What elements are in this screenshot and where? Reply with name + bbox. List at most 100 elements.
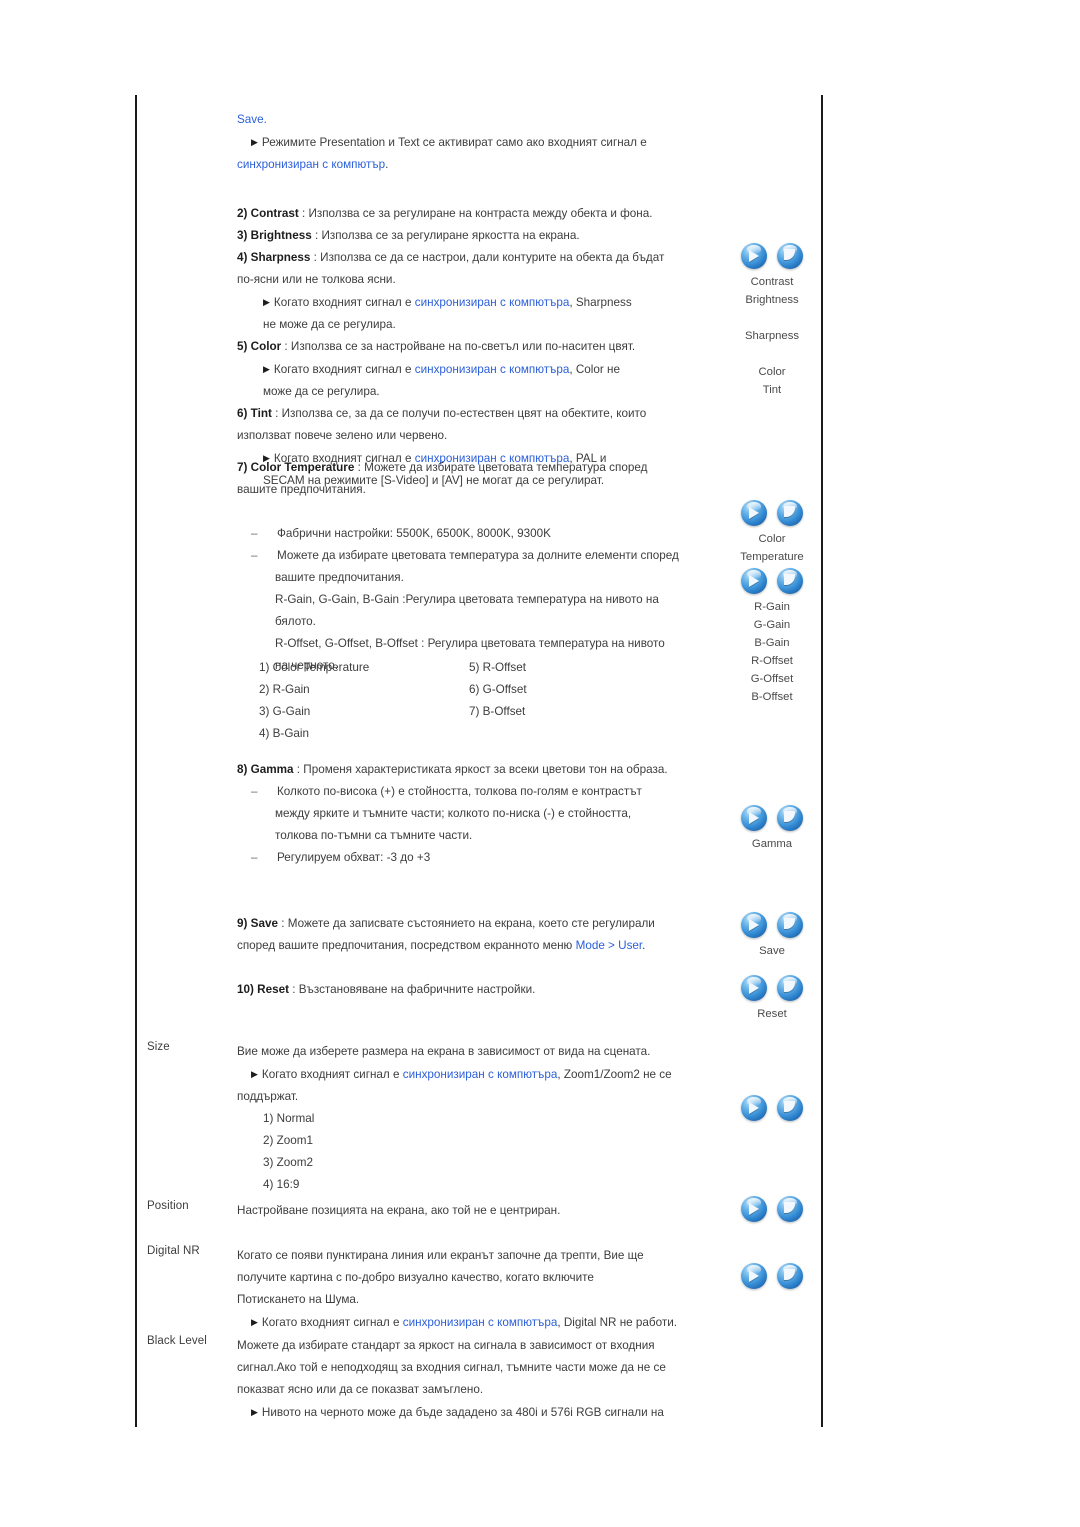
size-option[interactable]: 2) Zoom1 bbox=[237, 1130, 727, 1152]
play-orb-icon[interactable] bbox=[741, 1095, 767, 1121]
dash-bullet-icon: – bbox=[251, 549, 258, 562]
icon-label-r-gain: R-Gain bbox=[754, 601, 790, 613]
sublist-item: 3) G-Gain bbox=[259, 705, 311, 718]
sublist-item: 2) R-Gain bbox=[259, 683, 310, 696]
colortemp-desc-line2: вашите предпочитания. bbox=[237, 479, 727, 501]
brightness-desc: Използва се за регулиране яркостта на ек… bbox=[321, 229, 580, 242]
save-desc-line2: според вашите предпочитания, посредством… bbox=[237, 935, 727, 957]
icon-group-reset: Reset bbox=[727, 975, 817, 1023]
black-level-desc-line2: сигнал.Ако той е неподходящ за входния с… bbox=[237, 1357, 727, 1379]
contrast-name: Contrast bbox=[250, 207, 299, 220]
sublist-item: 6) G-Offset bbox=[469, 683, 527, 696]
digital-nr-desc-1: Когато се появи пунктирана линия или екр… bbox=[237, 1249, 644, 1262]
digital-nr-desc-3: Потискането на Шума. bbox=[237, 1293, 360, 1306]
size-option[interactable]: 1) Normal bbox=[237, 1108, 727, 1130]
digital-nr-desc-line3: Потискането на Шума. bbox=[237, 1289, 727, 1311]
digital-nr-note-line: ▶ Когато входният сигнал е синхронизиран … bbox=[237, 1311, 727, 1334]
digital-nr-block: Когато се появи пунктирана линия или екр… bbox=[237, 1245, 727, 1334]
gamma-name: Gamma bbox=[250, 763, 294, 776]
triangle-bullet-icon: ▶ bbox=[251, 1069, 258, 1079]
color-note-line2: може да се регулира. bbox=[237, 381, 727, 403]
digital-nr-label: Digital NR bbox=[147, 1245, 200, 1257]
save-link-line: Save. bbox=[237, 109, 727, 131]
play-orb-icon[interactable] bbox=[741, 568, 767, 594]
size-option[interactable]: 3) Zoom2 bbox=[237, 1152, 727, 1174]
color-sep: : bbox=[281, 340, 291, 353]
color-note-c: може да се регулира. bbox=[263, 385, 380, 398]
icon-pair bbox=[727, 912, 817, 938]
size-option[interactable]: 4) 16:9 bbox=[237, 1174, 727, 1196]
manual-page-frame: Save. ▶ Режимите Presentation и Text се а… bbox=[135, 95, 823, 1427]
corner-orb-icon[interactable] bbox=[777, 1263, 803, 1289]
brightness-name: Brightness bbox=[250, 229, 312, 242]
icon-label-color: Color bbox=[758, 366, 786, 378]
colortemp-sublist: 1) Color Temperature 5) R-Offset 2) R-Ga… bbox=[237, 657, 727, 745]
play-orb-icon[interactable] bbox=[741, 243, 767, 269]
play-orb-icon[interactable] bbox=[741, 805, 767, 831]
mode-user-link[interactable]: Mode > User bbox=[576, 939, 643, 952]
icon-pair bbox=[727, 975, 817, 1001]
color-temperature-block: 7) Color Temperature : Можете да избират… bbox=[237, 457, 727, 677]
color-name: Color bbox=[250, 340, 282, 353]
corner-orb-icon[interactable] bbox=[777, 1196, 803, 1222]
sync-link-color[interactable]: синхронизиран с компютъра bbox=[415, 363, 570, 376]
icon-pair bbox=[727, 805, 817, 831]
sharpness-desc-2: по-ясни или не толкова ясни. bbox=[237, 273, 396, 286]
save-name: Save bbox=[250, 917, 278, 930]
play-orb-icon[interactable] bbox=[741, 912, 767, 938]
digital-nr-note-b: , Digital NR не работи. bbox=[557, 1316, 677, 1329]
corner-orb-icon[interactable] bbox=[777, 500, 803, 526]
size-option-label: 2) Zoom1 bbox=[263, 1134, 314, 1147]
corner-orb-icon[interactable] bbox=[777, 912, 803, 938]
color-desc: Използва се за настройване на по-светъл … bbox=[290, 340, 636, 353]
colortemp-cont-4: R-Offset, G-Offset, B-Offset : Регулира … bbox=[237, 633, 727, 655]
corner-orb-icon[interactable] bbox=[777, 975, 803, 1001]
corner-orb-icon[interactable] bbox=[777, 568, 803, 594]
corner-orb-icon[interactable] bbox=[777, 805, 803, 831]
size-option-label: 1) Normal bbox=[263, 1112, 315, 1125]
colortemp-bullet-1: – Фабрични настройки: 5500K, 6500K, 8000K… bbox=[237, 523, 727, 545]
gamma-bullet-1b: между ярките и тъмните части; колкото по… bbox=[275, 807, 632, 820]
reset-name: Reset bbox=[257, 983, 289, 996]
color-note-b: , Color не bbox=[569, 363, 620, 376]
size-option-label: 4) 16:9 bbox=[263, 1178, 300, 1191]
sharpness-num: 4) bbox=[237, 251, 248, 264]
play-orb-icon[interactable] bbox=[741, 1263, 767, 1289]
item-color-temperature: 7) Color Temperature : Можете да избират… bbox=[237, 457, 727, 479]
save-num: 9) bbox=[237, 917, 248, 930]
sync-link-sharpness[interactable]: синхронизиран с компютъра bbox=[415, 296, 570, 309]
corner-orb-icon[interactable] bbox=[777, 1095, 803, 1121]
icon-pair bbox=[727, 1095, 817, 1121]
play-orb-icon[interactable] bbox=[741, 500, 767, 526]
item-contrast: 2) Contrast : Използва се за регулиране … bbox=[237, 203, 727, 225]
colortemp-num: 7) bbox=[237, 461, 248, 474]
play-orb-icon[interactable] bbox=[741, 975, 767, 1001]
save-desc-1: Можете да записвате състоянието на екран… bbox=[287, 917, 655, 930]
color-note-line1: ▶ Когато входният сигнал е синхронизиран … bbox=[237, 358, 727, 381]
sync-link-size[interactable]: синхронизиран с компютъра bbox=[403, 1068, 558, 1081]
save-link[interactable]: Save. bbox=[237, 113, 267, 126]
icon-label-gamma: Gamma bbox=[751, 838, 793, 850]
tint-desc-2: използват повече зелено или червено. bbox=[237, 429, 448, 442]
sync-link-digital-nr[interactable]: синхронизиран с компютъра bbox=[403, 1316, 558, 1329]
brightness-sep: : bbox=[311, 229, 322, 242]
colortemp-cont-2-text: R-Gain, G-Gain, B-Gain :Регулира цветова… bbox=[275, 593, 659, 606]
dash-bullet-icon: – bbox=[251, 851, 258, 864]
icon-label-b-gain: B-Gain bbox=[754, 637, 790, 649]
sharpness-note-line2: не може да се регулира. bbox=[237, 314, 727, 336]
sublist-item: 1) Color Temperature bbox=[259, 661, 370, 674]
digital-nr-row-label: Digital NR bbox=[147, 1245, 237, 1257]
icon-group-gain-offset: R-Gain G-Gain B-Gain R-Offset G-Offset B… bbox=[727, 568, 817, 706]
colortemp-bullet-2: – Можете да избирате цветовата температур… bbox=[237, 545, 727, 567]
black-level-note-line: ▶ Нивото на черното може да бъде зададено… bbox=[237, 1401, 727, 1424]
icon-pair bbox=[727, 1196, 817, 1222]
sharpness-name: Sharpness bbox=[250, 251, 311, 264]
size-option-label: 3) Zoom2 bbox=[263, 1156, 314, 1169]
gamma-block: 8) Gamma : Променя характеристиката ярко… bbox=[237, 759, 727, 869]
size-note-b: , Zoom1/Zoom2 не се bbox=[557, 1068, 672, 1081]
play-orb-icon[interactable] bbox=[741, 1196, 767, 1222]
black-level-row-label: Black Level bbox=[147, 1335, 237, 1347]
sync-link-intro[interactable]: синхронизиран с компютър bbox=[237, 158, 385, 171]
reset-num: 10) bbox=[237, 983, 254, 996]
corner-orb-icon[interactable] bbox=[777, 243, 803, 269]
